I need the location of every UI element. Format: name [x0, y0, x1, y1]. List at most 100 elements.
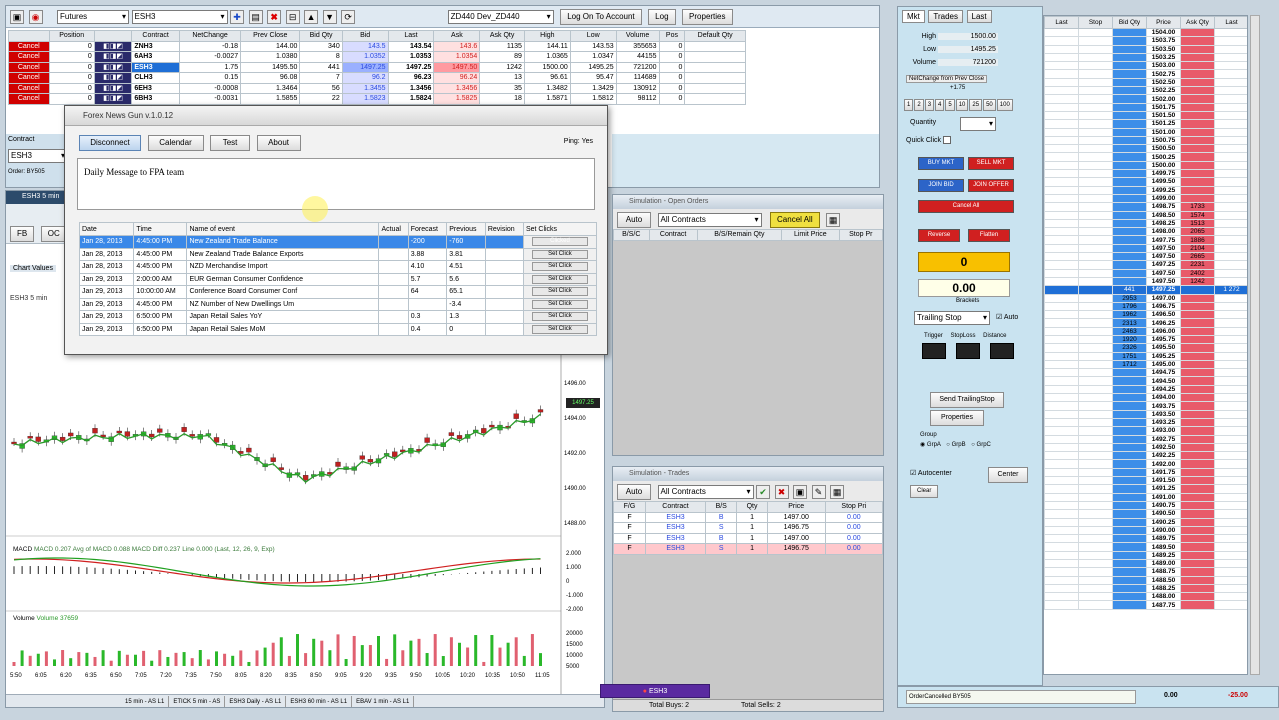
ladder-cell-bidqty[interactable]: 2953 [1112, 293, 1147, 303]
quote-col-header[interactable]: Prev Close [240, 30, 301, 42]
ladder-row[interactable]: 1501.50 [1044, 110, 1247, 121]
cancel-order-button[interactable]: Cancel [8, 93, 50, 105]
quote-cell-default[interactable] [684, 72, 746, 84]
ladder-row[interactable]: 1497.50 2402 [1044, 268, 1247, 278]
ladder-cell-askqty[interactable] [1180, 318, 1215, 328]
ladder-cell-askqty[interactable] [1180, 334, 1215, 345]
ladder-cell-bidqty[interactable]: 1962 [1112, 310, 1147, 320]
ladder-row[interactable]: 1502.00 [1044, 94, 1247, 104]
ladder-col-header[interactable]: Stop [1078, 16, 1113, 29]
tab-fb[interactable]: FB [10, 226, 35, 242]
sim-orders-settings-icon[interactable]: ▦ [826, 213, 841, 227]
ladder-row[interactable]: 1490.00 [1044, 525, 1247, 536]
settings-icon[interactable]: ▤ [248, 10, 263, 24]
quote-col-header[interactable] [93, 30, 133, 42]
ladder-cell-bidqty[interactable] [1112, 119, 1147, 129]
ladder-row[interactable]: 1503.75 [1044, 36, 1247, 46]
ladder-cell-askqty[interactable] [1180, 534, 1215, 544]
distance-spinner[interactable] [990, 343, 1014, 359]
ladder-row[interactable]: 1492.00 [1044, 459, 1247, 469]
set-click-button[interactable]: Set Click [531, 312, 588, 322]
orders-col-header[interactable]: Contract [648, 229, 698, 241]
news-col-header[interactable]: Name of event [186, 222, 380, 236]
quote-col-header[interactable]: Volume [615, 30, 660, 42]
chart-bottom-tab[interactable]: ESH3 60 min - AS L1 [286, 696, 353, 707]
ladder-cell-askqty[interactable] [1180, 451, 1215, 461]
set-click-button[interactable]: Clicked [531, 237, 588, 247]
orders-col-header[interactable]: B/S/Remain Qty [696, 229, 783, 241]
app-logo-icon[interactable]: ◉ [28, 10, 43, 24]
ladder-cell-bidqty[interactable] [1112, 102, 1147, 112]
cancel-order-button[interactable]: Cancel [8, 61, 50, 73]
quote-cell-default[interactable] [684, 93, 746, 105]
ladder-cell-bidqty[interactable] [1112, 268, 1147, 278]
ladder-cell-bidqty[interactable] [1112, 600, 1147, 610]
ladder-cell-bidqty[interactable] [1112, 467, 1147, 478]
tab-mkt[interactable]: Mkt [902, 10, 925, 23]
qty-preset-button[interactable]: 3 [924, 99, 935, 111]
ladder-cell-askqty[interactable] [1180, 61, 1215, 71]
ladder-cell-bidqty[interactable] [1112, 534, 1147, 544]
ladder-cell-askqty[interactable] [1180, 434, 1215, 444]
ladder-cell-askqty[interactable] [1180, 152, 1215, 162]
ladder-cell-askqty[interactable] [1180, 310, 1215, 320]
ladder-cell-askqty[interactable]: 2104 [1180, 243, 1215, 254]
ladder-cell-bidqty[interactable] [1112, 218, 1147, 229]
ladder-row[interactable]: 1712 1495.00 [1044, 359, 1247, 370]
ladder-cell-bidqty[interactable] [1112, 227, 1147, 237]
quote-col-header[interactable] [8, 30, 50, 42]
ladder-cell-askqty[interactable]: 1513 [1180, 218, 1215, 229]
news-event-row[interactable]: Jan 29, 2013 6:50:00 PM Japan Retail Sales… [78, 322, 598, 336]
contract-field[interactable]: ESH3 [8, 149, 68, 163]
quote-col-header[interactable]: High [523, 30, 571, 42]
ladder-cell-bidqty[interactable] [1112, 52, 1147, 63]
ladder-row[interactable]: 1492.25 [1044, 451, 1247, 461]
ladder-cell-askqty[interactable] [1180, 94, 1215, 104]
flatten-button[interactable]: Flatten [968, 229, 1010, 242]
ladder-cell-askqty[interactable] [1180, 517, 1215, 527]
quote-row[interactable]: Cancel 0 ◧◨◩ 6BH3 -0.0031 1.5855 22 1.5823 1.582… [8, 93, 746, 105]
ladder-row[interactable]: 1494.00 [1044, 393, 1247, 403]
ladder-cell-askqty[interactable] [1180, 401, 1215, 411]
quote-row[interactable]: Cancel 0 ◧◨◩ CLH3 0.15 96.08 7 96.2 96.23 96.24 13… [8, 72, 746, 84]
ladder-row[interactable]: 1488.00 [1044, 592, 1247, 602]
disconnect-button[interactable]: Disconnect [79, 135, 141, 151]
market-select[interactable]: Futures [57, 10, 130, 24]
ladder-row[interactable]: 2313 1496.25 [1044, 318, 1247, 328]
ladder-cell-askqty[interactable] [1180, 326, 1215, 337]
edit-icon[interactable]: ✎ [811, 485, 826, 499]
quote-col-header[interactable]: Last [387, 30, 435, 42]
orders-col-header[interactable]: B/S/C [613, 229, 650, 241]
ladder-row[interactable]: 1502.50 [1044, 77, 1247, 88]
ladder-row[interactable]: 1503.00 [1044, 61, 1247, 71]
ladder-row[interactable]: 1490.50 [1044, 509, 1247, 519]
quote-col-header[interactable]: Position [48, 30, 95, 42]
ladder-row[interactable]: 1494.50 [1044, 376, 1247, 386]
ladder-cell-bidqty[interactable] [1112, 77, 1147, 88]
ladder-cell-bidqty[interactable] [1112, 500, 1147, 511]
ladder-row[interactable]: 1751 1495.25 [1044, 351, 1247, 361]
autocenter-checkbox[interactable]: ☑ [910, 470, 916, 477]
news-event-row[interactable]: Jan 28, 2013 4:45:00 PM NZD Merchandise Im… [78, 260, 598, 274]
ladder-row[interactable]: 1489.75 [1044, 534, 1247, 544]
news-event-row[interactable]: Jan 29, 2013 10:00:00 AM Conference Board … [78, 285, 598, 299]
ladder-cell-askqty[interactable] [1180, 484, 1215, 494]
ladder-row[interactable]: 1498.00 2065 [1044, 227, 1247, 237]
ladder-cell-bidqty[interactable] [1112, 202, 1147, 212]
ladder-row[interactable]: 1497.75 1886 [1044, 235, 1247, 245]
ladder-row[interactable]: 1493.25 [1044, 417, 1247, 428]
ladder-cell-bidqty[interactable] [1112, 152, 1147, 162]
ladder-cell-askqty[interactable] [1180, 102, 1215, 112]
ladder-col-header[interactable]: Price [1146, 16, 1181, 29]
news-col-header[interactable]: Date [78, 222, 135, 236]
ladder-cell-bidqty[interactable] [1112, 235, 1147, 245]
ladder-row[interactable]: 1491.00 [1044, 492, 1247, 502]
ladder-cell-bidqty[interactable] [1112, 110, 1147, 121]
trades-col-header[interactable]: F/G [613, 501, 646, 513]
ladder-row[interactable]: 1499.50 [1044, 177, 1247, 187]
ladder-row[interactable]: 1497.50 2104 [1044, 243, 1247, 254]
ladder-cell-bidqty[interactable] [1112, 243, 1147, 254]
ladder-row[interactable]: 1501.75 [1044, 102, 1247, 112]
trades-col-header[interactable]: Contract [644, 501, 707, 513]
ladder-row[interactable]: 1488.50 [1044, 575, 1247, 585]
